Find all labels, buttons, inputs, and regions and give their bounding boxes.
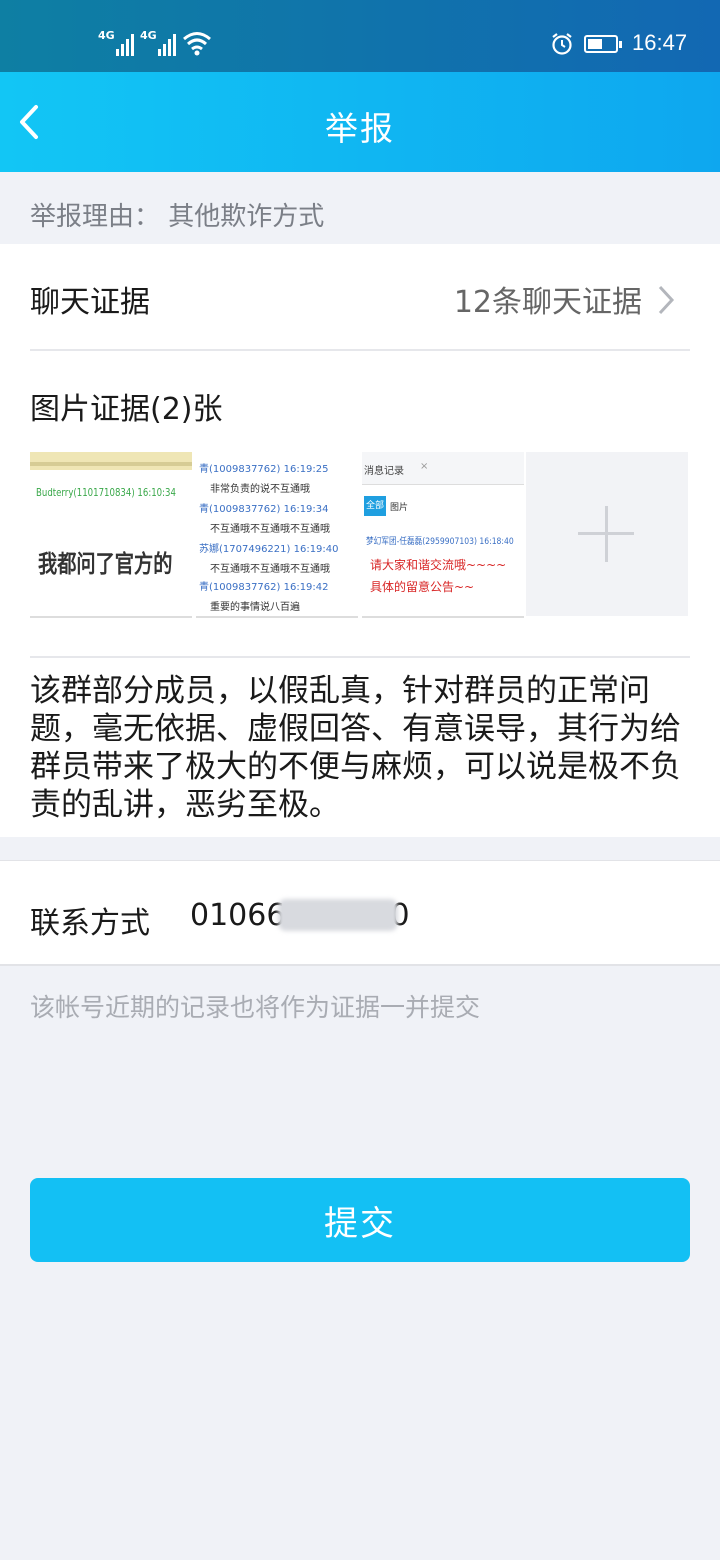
chat-evidence-count: 12条聊天证据 [453, 285, 642, 320]
thumb1-message: 我都问了官方的 [38, 550, 173, 578]
nav-bar: 举报 [0, 72, 720, 172]
chat-evidence-label: 聊天证据 [30, 285, 150, 320]
thumb2-name: 青(1009837762) 16:19:34 [199, 504, 329, 515]
thumb3-message: 请大家和谐交流哦~~~~具体的留意公告~~ [370, 558, 507, 594]
thumb2-msg: 重要的事情说八百遍 [210, 602, 300, 613]
thumb3-filter-img: 图片 [390, 503, 409, 513]
evidence-note: 该帐号近期的记录也将作为证据一并提交 [30, 993, 481, 1022]
image-evidence-title: 图片证据(2)张 [30, 392, 223, 427]
page-title: 举报 [325, 109, 395, 148]
signal-icon: 4G [98, 28, 136, 56]
status-bar: 4G 4G 16:47 [0, 0, 720, 72]
thumb3-sender: 梦幻军团-任磊磊(2959907103) 16:18:40 [366, 537, 514, 547]
battery-icon [584, 35, 622, 53]
submit-button[interactable]: 提交 [30, 1178, 690, 1262]
evidence-image-2[interactable]: 青(1009837762) 16:19:25 非常负责的说不互通哦 青(1009… [196, 452, 358, 618]
report-reason: 举报理由： 其他欺诈方式 [30, 202, 325, 232]
network-type-label: 4G [140, 29, 157, 42]
signal-icon: 4G [140, 28, 178, 56]
wifi-icon [183, 32, 211, 56]
divider [30, 656, 690, 658]
thumb2-name: 青(1009837762) 16:19:25 [199, 464, 329, 475]
evidence-image-3[interactable]: 消息记录 × 全部 图片 梦幻军团-任磊磊(2959907103) 16:18:… [362, 452, 524, 618]
alarm-icon [552, 33, 572, 55]
redaction-blur [278, 899, 398, 931]
chevron-right-icon [658, 285, 675, 315]
thumb1-sender: Budterry(1101710834) 16:10:34 [36, 486, 176, 499]
thumb2-msg: 非常负责的说不互通哦 [210, 484, 310, 495]
thumb2-msg: 不互通哦不互通哦不互通哦 [210, 564, 330, 575]
report-description[interactable]: 该群部分成员，以假乱真，针对群员的正常问题，毫无依据、虚假回答、有意误导，其行为… [30, 672, 690, 824]
clock: 16:47 [632, 30, 688, 55]
network-type-label: 4G [98, 29, 115, 42]
thumb2-msg: 不互通哦不互通哦不互通哦 [210, 524, 330, 535]
add-image-button[interactable] [526, 452, 688, 616]
thumb2-name: 苏娜(1707496221) 16:19:40 [199, 544, 339, 555]
thumb3-filter-all: 全部 [364, 496, 386, 516]
contact-row[interactable]: 联系方式 01066 0 [0, 860, 720, 966]
thumb3-tab: 消息记录 [364, 466, 404, 477]
thumb2-name: 青(1009837762) 16:19:42 [199, 582, 329, 593]
evidence-image-1[interactable]: Budterry(1101710834) 16:10:34 我都问了官方的 [30, 452, 192, 618]
contact-value-start: 01066 [190, 898, 286, 933]
close-icon: × [420, 461, 429, 472]
evidence-card: 聊天证据 12条聊天证据 图片证据(2)张 Budterry(110171083… [0, 244, 720, 837]
image-evidence-list: Budterry(1101710834) 16:10:34 我都问了官方的 青(… [30, 452, 690, 618]
chat-evidence-row[interactable]: 聊天证据 12条聊天证据 [30, 244, 690, 351]
contact-label: 联系方式 [30, 906, 150, 941]
